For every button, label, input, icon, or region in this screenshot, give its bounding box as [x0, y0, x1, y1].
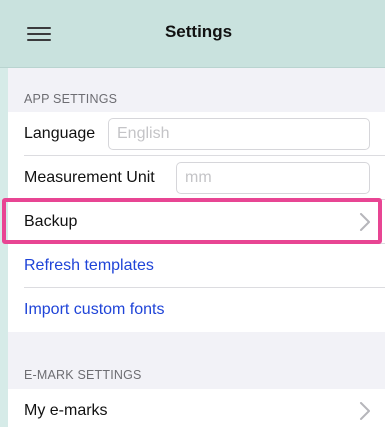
measurement-unit-row: Measurement Unit: [8, 156, 385, 200]
language-row: Language: [8, 112, 385, 156]
my-emarks-row[interactable]: My e-marks: [8, 389, 385, 427]
backup-row[interactable]: Backup: [8, 200, 385, 244]
import-fonts-row[interactable]: Import custom fonts: [8, 288, 385, 332]
language-label: Language: [24, 125, 96, 142]
settings-screen: Settings APP SETTINGS Language Measureme…: [0, 0, 385, 427]
measurement-unit-field[interactable]: [176, 162, 370, 194]
import-fonts-link[interactable]: Import custom fonts: [24, 301, 165, 319]
navigation-bar: Settings: [0, 0, 385, 68]
section-header-emark-settings: E-MARK SETTINGS: [24, 368, 142, 382]
my-emarks-label: My e-marks: [24, 402, 108, 419]
chevron-right-icon: [360, 213, 370, 231]
chevron-right-icon: [360, 402, 370, 420]
section-header-app-settings: APP SETTINGS: [24, 92, 118, 106]
refresh-templates-link[interactable]: Refresh templates: [24, 257, 154, 275]
refresh-templates-row[interactable]: Refresh templates: [8, 244, 385, 288]
language-field[interactable]: [108, 118, 370, 150]
measurement-unit-label: Measurement Unit: [24, 169, 155, 186]
page-title: Settings: [164, 22, 233, 41]
backup-label: Backup: [24, 213, 78, 230]
settings-list: APP SETTINGS Language Measurement Unit B…: [8, 68, 385, 427]
